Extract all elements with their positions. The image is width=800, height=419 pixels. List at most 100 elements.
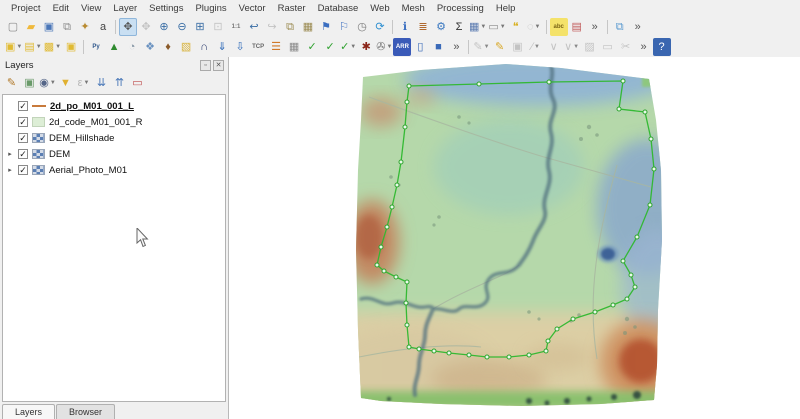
show-bookmarks-button[interactable]: ⚐ <box>335 18 353 36</box>
attachments-button[interactable]: ✇▼ <box>375 38 393 56</box>
dropdown-arrow-icon[interactable]: ▼ <box>535 24 541 30</box>
filter-legend-button[interactable]: ▼ <box>57 74 74 91</box>
download-layer-button[interactable]: ⇓ <box>213 38 231 56</box>
plugin-terrain-button[interactable]: ▲ <box>105 38 123 56</box>
layer-name[interactable]: 2d_po_M01_001_L <box>50 101 134 112</box>
menu-project[interactable]: Project <box>5 2 47 15</box>
manage-map-themes-button[interactable]: ◉▼ <box>39 74 56 91</box>
filter-by-expression-button[interactable]: ε▼ <box>75 74 92 91</box>
select-features-button[interactable]: ▣▼ <box>4 38 23 56</box>
menu-help[interactable]: Help <box>490 2 522 15</box>
menu-processing[interactable]: Processing <box>431 2 490 15</box>
close-panel-button[interactable]: ✕ <box>213 60 224 71</box>
dropdown-arrow-icon[interactable]: ▼ <box>484 44 490 50</box>
help-button[interactable]: ? <box>653 38 671 56</box>
style-manager-button[interactable]: ✦ <box>76 18 94 36</box>
refresh-map-button[interactable]: ⟳ <box>371 18 389 36</box>
toolbar-overflow-2-button[interactable]: » <box>629 18 647 36</box>
menu-web[interactable]: Web <box>364 2 395 15</box>
check-geometry-star-button[interactable]: ✓ <box>303 38 321 56</box>
layer-visibility-checkbox[interactable]: ✓ <box>18 117 28 127</box>
zoom-last-button[interactable]: ↩ <box>245 18 263 36</box>
import-vector-button[interactable]: ⇩ <box>231 38 249 56</box>
zoom-native-button[interactable]: 1:1 <box>227 18 245 36</box>
dropdown-arrow-icon[interactable]: ▼ <box>350 44 356 50</box>
open-attribute-table-button[interactable]: ▦▼ <box>468 18 487 36</box>
python-console-button[interactable]: Py <box>87 38 105 56</box>
menu-plugins[interactable]: Plugins <box>189 2 232 15</box>
identify-features-button[interactable]: ℹ <box>396 18 414 36</box>
layer-visibility-checkbox[interactable]: ✓ <box>18 133 28 143</box>
select-by-location-button[interactable]: ▣ <box>62 38 80 56</box>
pan-map-button[interactable]: ✥ <box>119 18 137 36</box>
plugin-freehand-button[interactable]: ❖ <box>141 38 159 56</box>
add-group-button[interactable]: ▣ <box>21 74 38 91</box>
legend-settings-button[interactable]: ☰ <box>267 38 285 56</box>
layer-name[interactable]: DEM <box>49 149 70 160</box>
symbology-settings-button[interactable]: a <box>94 18 112 36</box>
zoom-out-button[interactable]: ⊖ <box>173 18 191 36</box>
new-project-button[interactable]: ▢ <box>4 18 22 36</box>
float-panel-button[interactable]: ▫ <box>200 60 211 71</box>
menu-vector[interactable]: Vector <box>233 2 272 15</box>
processing-toolbox-button[interactable]: ⚙ <box>432 18 450 36</box>
layer-visibility-checkbox[interactable]: ✓ <box>18 149 28 159</box>
zoom-full-extent-button[interactable]: ⊞ <box>191 18 209 36</box>
dropdown-arrow-icon[interactable]: ▼ <box>83 80 89 86</box>
check-geometry-globe-button[interactable]: ✓ <box>321 38 339 56</box>
statistical-summary-button[interactable]: ≣ <box>414 18 432 36</box>
menu-layer[interactable]: Layer <box>107 2 143 15</box>
dropdown-arrow-icon[interactable]: ▼ <box>480 24 486 30</box>
bug-reporter-button[interactable]: ✱ <box>357 38 375 56</box>
expand-all-button[interactable]: ⇊ <box>93 74 110 91</box>
expander-icon[interactable]: ▸ <box>6 166 14 174</box>
expander-icon[interactable]: ▸ <box>6 150 14 158</box>
layer-row[interactable]: ✓2d_po_M01_001_L <box>3 98 225 114</box>
menu-edit[interactable]: Edit <box>47 2 75 15</box>
blue-panel-tool-button[interactable]: ■ <box>429 38 447 56</box>
layer-diagram-button[interactable]: ▤ <box>568 18 586 36</box>
map-tips-button[interactable]: ❝ <box>507 18 525 36</box>
new-spatial-bookmark-button[interactable]: ⚑ <box>317 18 335 36</box>
menu-view[interactable]: View <box>75 2 107 15</box>
image-export-button[interactable]: ▦ <box>285 38 303 56</box>
plugin-compass-button[interactable]: ◔ <box>123 38 141 56</box>
collapse-all-button[interactable]: ⇈ <box>111 74 128 91</box>
new-3d-map-view-button[interactable]: ▦ <box>299 18 317 36</box>
dropdown-arrow-icon[interactable]: ▼ <box>55 44 61 50</box>
new-map-view-button[interactable]: ⧉ <box>281 18 299 36</box>
dropdown-arrow-icon[interactable]: ▼ <box>16 44 22 50</box>
layer-row[interactable]: ✓2d_code_M01_001_R <box>3 114 225 130</box>
check-geometry-one-button[interactable]: ✓▼ <box>339 38 357 56</box>
layer-name[interactable]: Aerial_Photo_M01 <box>49 165 127 176</box>
toolbar-overflow-1-button[interactable]: » <box>586 18 604 36</box>
tab-browser[interactable]: Browser <box>56 404 115 419</box>
locator-search-button[interactable]: ◌▼ <box>525 18 543 36</box>
dropdown-arrow-icon[interactable]: ▼ <box>50 80 56 86</box>
save-project-button[interactable]: ▣ <box>40 18 58 36</box>
menu-mesh[interactable]: Mesh <box>396 2 431 15</box>
zoom-in-button[interactable]: ⊕ <box>155 18 173 36</box>
data-source-manager-button[interactable]: ⧉ <box>611 18 629 36</box>
dropdown-arrow-icon[interactable]: ▼ <box>386 44 392 50</box>
layer-visibility-checkbox[interactable]: ✓ <box>18 165 28 175</box>
open-layer-styling-button[interactable]: ✎ <box>3 74 20 91</box>
dropdown-arrow-icon[interactable]: ▼ <box>573 44 579 50</box>
menu-database[interactable]: Database <box>312 2 365 15</box>
open-project-button[interactable]: ▰ <box>22 18 40 36</box>
layer-row[interactable]: ▸ ✓ DEM <box>3 146 225 162</box>
layer-name[interactable]: DEM_Hillshade <box>49 133 114 144</box>
toolbar-overflow-3-button[interactable]: » <box>447 38 465 56</box>
layer-row[interactable]: ▸ ✓ Aerial_Photo_M01 <box>3 162 225 178</box>
arr-tool-button[interactable]: ARR <box>393 38 411 56</box>
dropdown-arrow-icon[interactable]: ▼ <box>534 44 540 50</box>
labeling-abc-button[interactable]: abc <box>550 18 568 36</box>
toggle-editing-button[interactable]: ✎ <box>491 38 509 56</box>
remove-layer-button[interactable]: ▭ <box>129 74 146 91</box>
layer-row[interactable]: ✓ DEM_Hillshade <box>3 130 225 146</box>
map-canvas[interactable] <box>228 57 800 419</box>
show-statistics-button[interactable]: Σ <box>450 18 468 36</box>
deselect-features-button[interactable]: ▩▼ <box>43 38 62 56</box>
report-document-button[interactable]: ▯ <box>411 38 429 56</box>
plugin-arch-button[interactable]: ∩ <box>195 38 213 56</box>
